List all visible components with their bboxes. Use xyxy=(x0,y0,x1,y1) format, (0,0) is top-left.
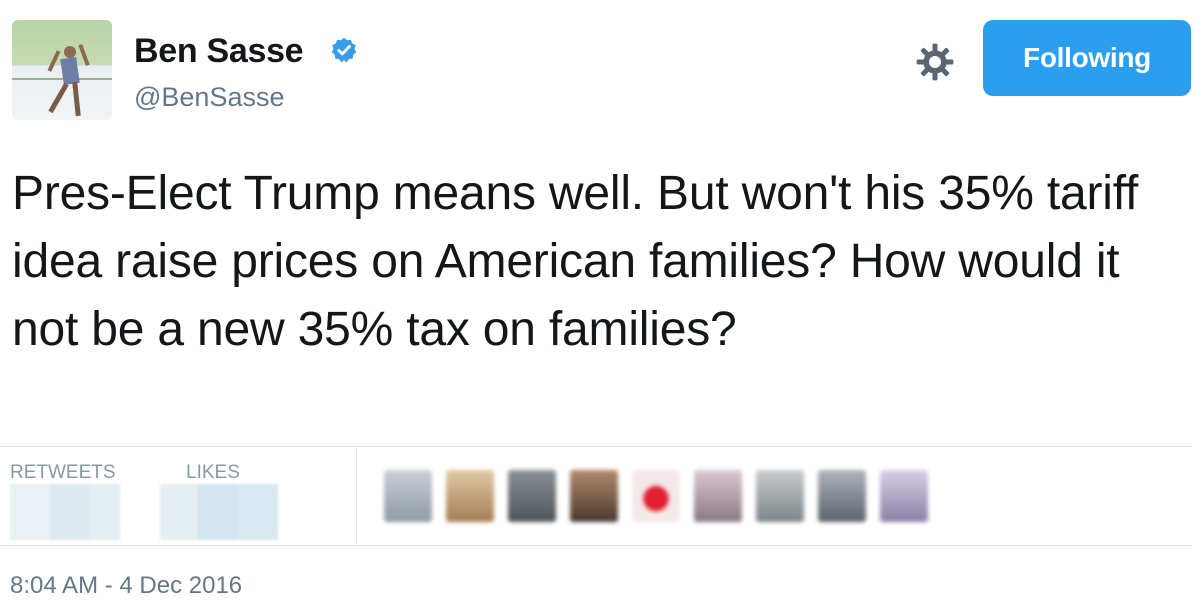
verified-badge-icon xyxy=(331,37,357,63)
liker-avatar[interactable] xyxy=(570,470,618,522)
author-handle[interactable]: @BenSasse xyxy=(134,82,285,113)
tweet-timestamp[interactable]: 8:04 AM - 4 Dec 2016 xyxy=(10,572,242,600)
stats-divider-top xyxy=(0,446,1192,447)
liker-avatar[interactable] xyxy=(632,470,680,522)
stats-separator xyxy=(356,448,357,544)
avatar-figure-arm xyxy=(78,43,90,67)
author-name[interactable]: Ben Sasse xyxy=(134,32,304,71)
stats-divider-bottom xyxy=(0,545,1192,546)
liker-avatar[interactable] xyxy=(694,470,742,522)
gear-icon[interactable] xyxy=(915,42,955,82)
liker-avatar[interactable] xyxy=(446,470,494,522)
liker-avatar[interactable] xyxy=(818,470,866,522)
liker-avatar[interactable] xyxy=(384,470,432,522)
following-button[interactable]: Following xyxy=(983,20,1191,96)
retweets-count-obscured xyxy=(10,484,120,540)
liker-avatar[interactable] xyxy=(508,470,556,522)
author-avatar[interactable] xyxy=(12,20,112,120)
retweets-label[interactable]: RETWEETS xyxy=(10,462,116,484)
avatar-figure-leg xyxy=(72,81,81,117)
likes-count-obscured xyxy=(160,484,278,540)
avatar-figure-arm xyxy=(47,50,61,72)
liker-avatar[interactable] xyxy=(756,470,804,522)
liker-avatar[interactable] xyxy=(880,470,928,522)
avatar-figure-leg xyxy=(48,82,69,114)
likes-label[interactable]: LIKES xyxy=(186,462,240,484)
tweet-text: Pres-Elect Trump means well. But won't h… xyxy=(12,167,1139,356)
